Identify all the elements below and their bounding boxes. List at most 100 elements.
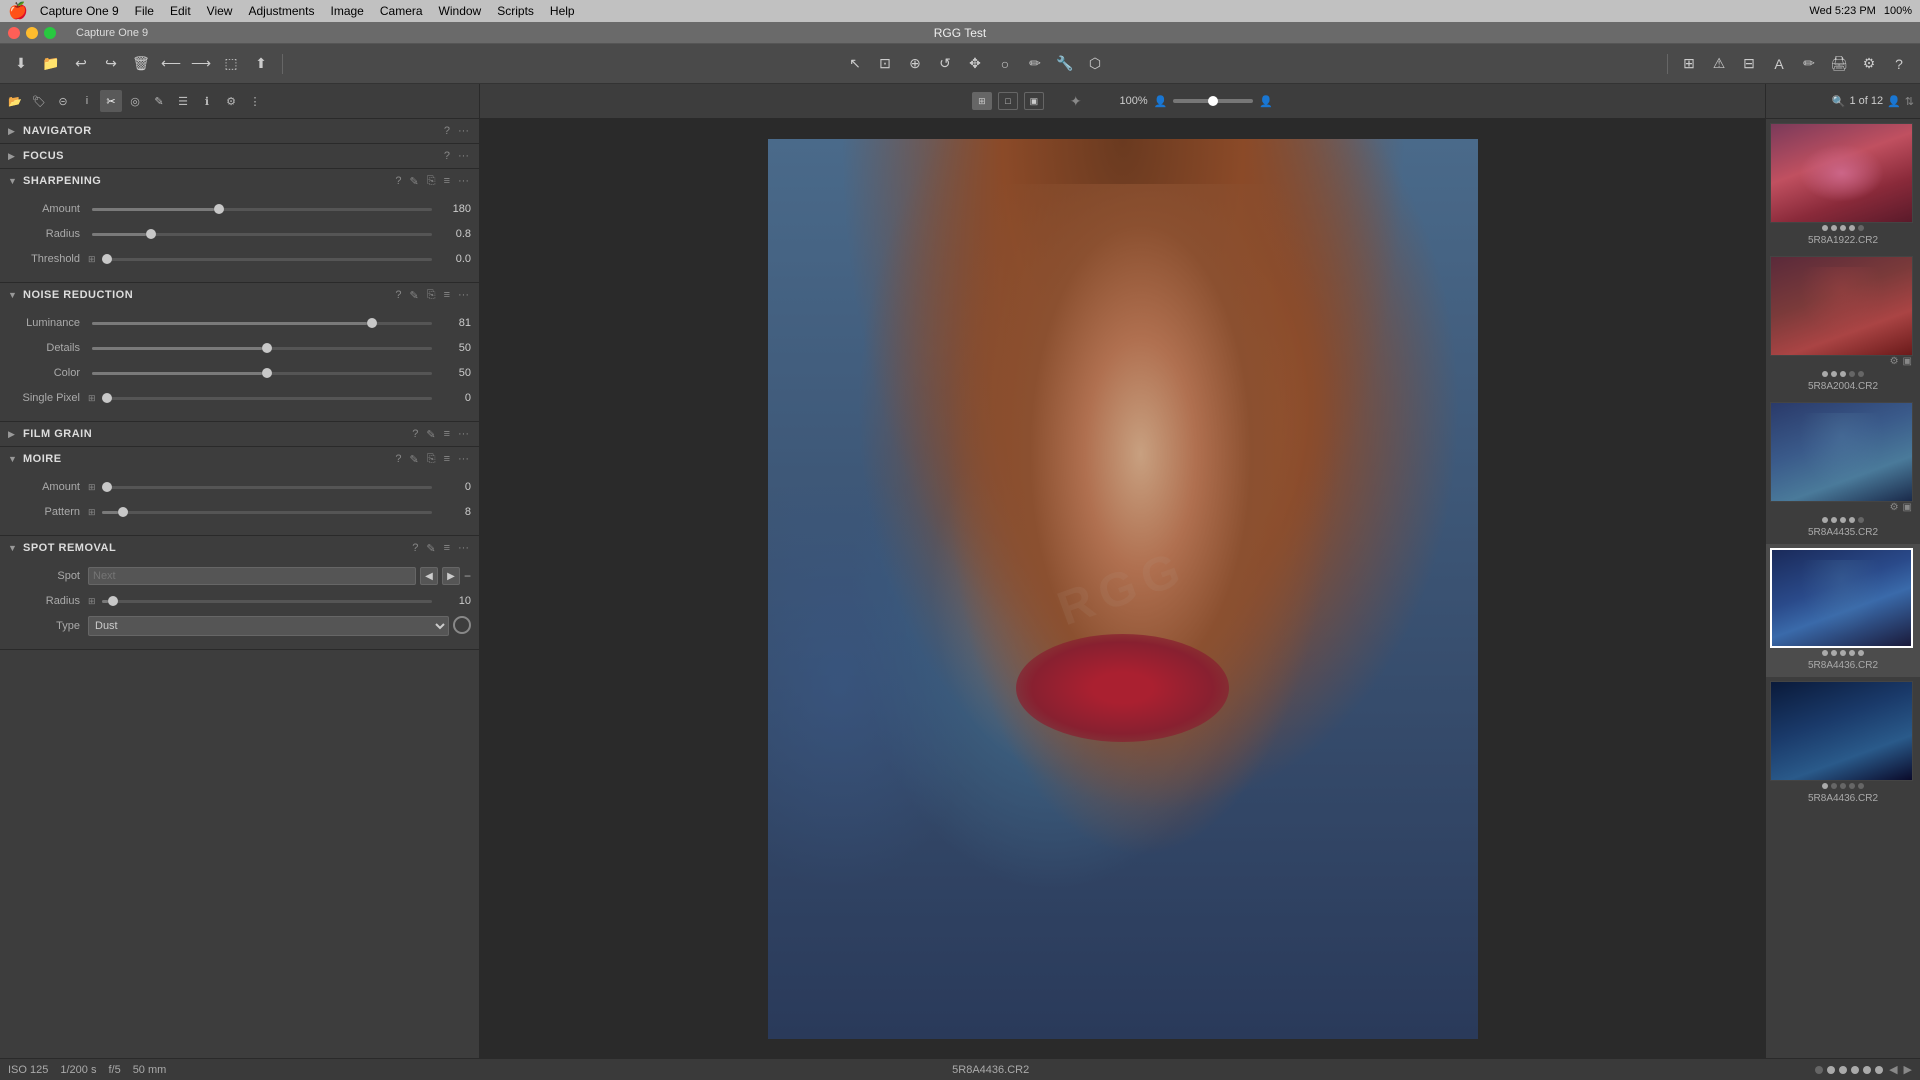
single-pixel-slider[interactable] <box>102 397 432 400</box>
sharpening-edit[interactable]: ✎ <box>408 174 421 189</box>
menu-edit[interactable]: Edit <box>162 0 199 22</box>
settings-btn[interactable]: ⚙ <box>1856 51 1882 77</box>
moire-pattern-slider[interactable] <box>102 511 432 514</box>
help-btn[interactable]: ? <box>1886 51 1912 77</box>
more-tool[interactable]: ⋮ <box>244 90 266 112</box>
spot-radius-stepper[interactable]: ⊞ <box>88 596 96 607</box>
spot-type-select[interactable]: Dust Clone Heal <box>88 616 449 636</box>
apple-menu[interactable]: 🍎 <box>8 1 28 21</box>
film-grain-header[interactable]: ▶ FILM GRAIN ? ✎ ≡ ··· <box>0 422 479 446</box>
thumb-1[interactable] <box>1770 256 1913 356</box>
navigator-header[interactable]: ▶ NAVIGATOR ? ··· <box>0 119 479 143</box>
filmstrip-item-3[interactable]: 5R8A4436.CR2 <box>1766 544 1920 677</box>
details-slider[interactable] <box>92 347 432 350</box>
menu-camera[interactable]: Camera <box>372 0 431 22</box>
zoom-slider[interactable] <box>1173 99 1253 103</box>
text-btn[interactable]: A <box>1766 51 1792 77</box>
amount-slider[interactable] <box>92 208 432 211</box>
delete-button[interactable]: 🗑 <box>128 51 154 77</box>
focus-help[interactable]: ? <box>442 149 452 163</box>
rotate-tool[interactable]: ↺ <box>932 51 958 77</box>
overlay-btn[interactable]: ⊟ <box>1736 51 1762 77</box>
menu-scripts[interactable]: Scripts <box>489 0 542 22</box>
moire-amount-slider[interactable] <box>102 486 432 489</box>
nav-next-icon[interactable]: ▶ <box>1904 1063 1912 1076</box>
noise-edit[interactable]: ✎ <box>408 288 421 303</box>
filter-tool[interactable]: ⊝ <box>52 90 74 112</box>
view-single-btn[interactable]: □ <box>998 92 1018 110</box>
spot-next-btn[interactable]: ▶ <box>442 567 460 585</box>
heal-tool[interactable]: 🔧 <box>1052 51 1078 77</box>
zoom-tool[interactable]: ⊕ <box>902 51 928 77</box>
sharpening-paste[interactable]: ≡ <box>442 174 452 188</box>
film-grain-paste[interactable]: ≡ <box>442 427 452 441</box>
undo-button[interactable]: ↩ <box>68 51 94 77</box>
image-view[interactable]: RGG <box>480 119 1765 1058</box>
moire-amount-stepper[interactable]: ⊞ <box>88 482 96 493</box>
noise-copy[interactable]: ⎘ <box>425 288 438 303</box>
undo2-button[interactable]: ⟵ <box>158 51 184 77</box>
folder-tool[interactable]: 📂 <box>4 90 26 112</box>
moire-header[interactable]: ▼ MOIRE ? ✎ ⎘ ≡ ··· <box>0 447 479 471</box>
album-button[interactable]: 📁 <box>38 51 64 77</box>
filmstrip-item-2[interactable]: ⚙ ▣ 5R8A4435.CR2 <box>1766 398 1920 544</box>
menu-adjustments[interactable]: Adjustments <box>240 0 322 22</box>
thumb-3[interactable] <box>1770 548 1913 648</box>
badge-tool[interactable]: ℹ <box>196 90 218 112</box>
moire-help[interactable]: ? <box>393 452 403 466</box>
brush-tool[interactable]: ✏ <box>1022 51 1048 77</box>
noise-help[interactable]: ? <box>393 288 403 302</box>
sharpening-help[interactable]: ? <box>393 174 403 188</box>
spot-edit[interactable]: ✎ <box>424 541 437 556</box>
crop-tool[interactable]: ✂ <box>100 90 122 112</box>
spot-paste[interactable]: ≡ <box>442 541 452 555</box>
cursor-tool[interactable]: ↖ <box>842 51 868 77</box>
view-compare-btn[interactable]: ▣ <box>1024 92 1044 110</box>
menu-app[interactable]: Capture One 9 <box>32 0 127 22</box>
nav-prev-icon[interactable]: ◀ <box>1889 1063 1897 1076</box>
grid-view-btn[interactable]: ⊞ <box>1676 51 1702 77</box>
focus-header[interactable]: ▶ FOCUS ? ··· <box>0 144 479 168</box>
moire-copy[interactable]: ⎘ <box>425 452 438 467</box>
sharpening-more[interactable]: ··· <box>456 174 471 188</box>
noise-reduction-header[interactable]: ▼ NOISE REDUCTION ? ✎ ⎘ ≡ ··· <box>0 283 479 307</box>
minimize-button[interactable] <box>26 27 38 39</box>
circle-tool[interactable]: ○ <box>992 51 1018 77</box>
export-button[interactable]: ⬆ <box>248 51 274 77</box>
adj-tool[interactable]: ⚙ <box>220 90 242 112</box>
draw-btn[interactable]: ✏ <box>1796 51 1822 77</box>
maximize-button[interactable] <box>44 27 56 39</box>
threshold-stepper[interactable]: ⊞ <box>88 254 96 265</box>
thumb-2[interactable] <box>1770 402 1913 502</box>
edit-tool[interactable]: ✎ <box>148 90 170 112</box>
menu-image[interactable]: Image <box>323 0 372 22</box>
spot-more[interactable]: ··· <box>456 541 471 555</box>
clone-tool[interactable]: ⬡ <box>1082 51 1108 77</box>
move-tool[interactable]: ✥ <box>962 51 988 77</box>
moire-pattern-stepper[interactable]: ⊞ <box>88 507 96 518</box>
sharpening-header[interactable]: ▼ SHARPENING ? ✎ ⎘ ≡ ··· <box>0 169 479 193</box>
threshold-slider[interactable] <box>102 258 432 261</box>
menu-help[interactable]: Help <box>542 0 583 22</box>
film-grain-help[interactable]: ? <box>410 427 420 441</box>
radius-slider[interactable] <box>92 233 432 236</box>
spot-help[interactable]: ? <box>410 541 420 555</box>
spot-tool[interactable]: ◎ <box>124 90 146 112</box>
menu-file[interactable]: File <box>127 0 162 22</box>
filmstrip-item-4[interactable]: 5R8A4436.CR2 <box>1766 677 1920 810</box>
view-grid-btn[interactable]: ⊞ <box>972 92 992 110</box>
spot-input[interactable] <box>88 567 416 585</box>
navigator-help[interactable]: ? <box>442 124 452 138</box>
moire-edit[interactable]: ✎ <box>408 452 421 467</box>
menu-view[interactable]: View <box>199 0 241 22</box>
single-pixel-stepper[interactable]: ⊞ <box>88 393 96 404</box>
close-button[interactable] <box>8 27 20 39</box>
sharpening-copy[interactable]: ⎘ <box>425 174 438 189</box>
moire-more[interactable]: ··· <box>456 452 471 466</box>
film-grain-edit[interactable]: ✎ <box>424 427 437 442</box>
noise-paste[interactable]: ≡ <box>442 288 452 302</box>
select-tool[interactable]: ⊡ <box>872 51 898 77</box>
spot-radius-slider[interactable] <box>102 600 432 603</box>
color-slider[interactable] <box>92 372 432 375</box>
film-grain-more[interactable]: ··· <box>456 427 471 441</box>
